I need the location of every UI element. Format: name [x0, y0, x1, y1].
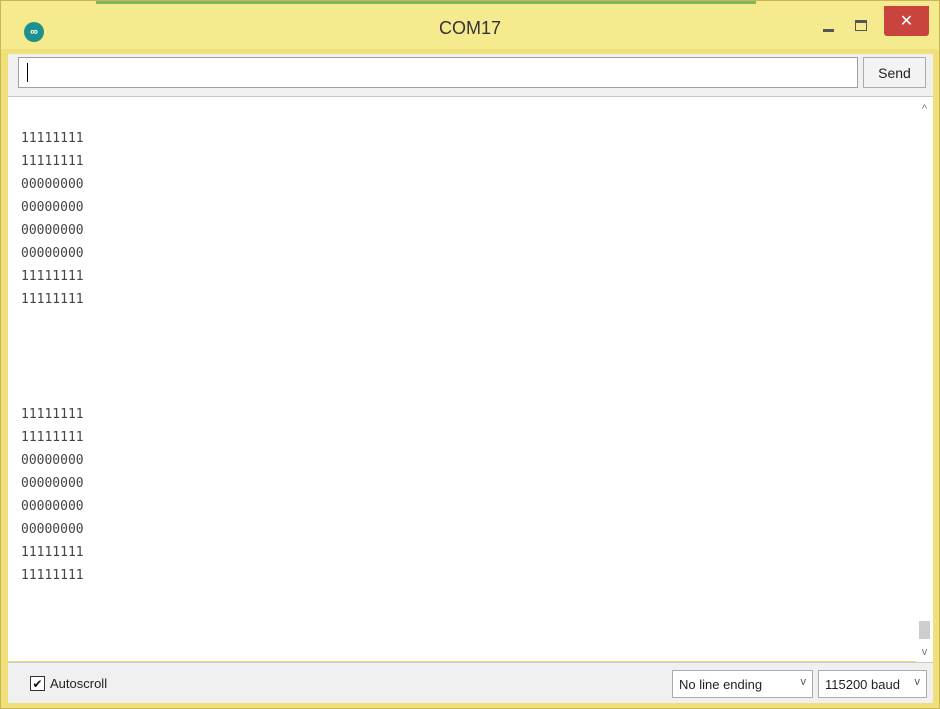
scroll-up-icon[interactable]: ^ [916, 101, 933, 117]
baud-rate-value: 115200 baud [825, 676, 900, 692]
output-line: 11111111 [21, 407, 84, 422]
serial-output[interactable]: 11111111 11111111 00000000 00000000 00000000… [8, 96, 933, 662]
vertical-scrollbar[interactable]: ^ v [916, 97, 933, 662]
close-button[interactable]: ✕ [884, 6, 929, 36]
scroll-thumb[interactable] [919, 621, 930, 639]
minimize-icon [822, 28, 834, 32]
output-line: 11111111 [21, 568, 84, 583]
send-button[interactable]: Send [863, 57, 926, 88]
send-bar: Send [8, 54, 933, 96]
chevron-down-icon: v [800, 676, 807, 688]
serial-monitor-window: ∞ COM17 ✕ Send 11111111 11111111 00000000 0… [0, 0, 940, 709]
text-caret [27, 63, 28, 82]
autoscroll-label: Autoscroll [50, 676, 108, 691]
baud-rate-select[interactable]: 115200 baud v [818, 670, 927, 698]
output-line: 11111111 [21, 430, 84, 445]
output-line: 00000000 [21, 177, 84, 192]
output-line: 11111111 [21, 154, 84, 169]
scroll-down-icon[interactable]: v [916, 644, 933, 660]
line-ending-value: No line ending [679, 676, 763, 692]
line-ending-select[interactable]: No line ending v [672, 670, 813, 698]
output-line: 00000000 [21, 200, 84, 215]
status-bar: ✔ Autoscroll No line ending v 115200 bau… [8, 662, 933, 703]
autoscroll-checkbox[interactable]: ✔ [30, 676, 45, 691]
output-line: 00000000 [21, 499, 84, 514]
output-line: 11111111 [21, 269, 84, 284]
window-title: COM17 [438, 18, 501, 38]
maximize-button[interactable] [846, 10, 876, 40]
output-line: 00000000 [21, 453, 84, 468]
output-line: 00000000 [21, 246, 84, 261]
output-line: 00000000 [21, 476, 84, 491]
output-line: 11111111 [21, 292, 84, 307]
maximize-icon [855, 19, 867, 31]
output-line: 00000000 [21, 223, 84, 238]
serial-input[interactable] [18, 57, 858, 88]
output-line: 11111111 [21, 545, 84, 560]
title-accent [96, 1, 756, 4]
output-line: 00000000 [21, 522, 84, 537]
output-lines: 11111111 11111111 00000000 00000000 00000000… [21, 127, 84, 587]
output-line: 11111111 [21, 131, 84, 146]
autoscroll-toggle[interactable]: ✔ Autoscroll [30, 676, 107, 691]
close-icon: ✕ [899, 13, 914, 30]
title-bar[interactable]: ∞ COM17 ✕ [1, 1, 939, 49]
chevron-down-icon: v [914, 676, 921, 688]
minimize-button[interactable] [813, 10, 843, 40]
